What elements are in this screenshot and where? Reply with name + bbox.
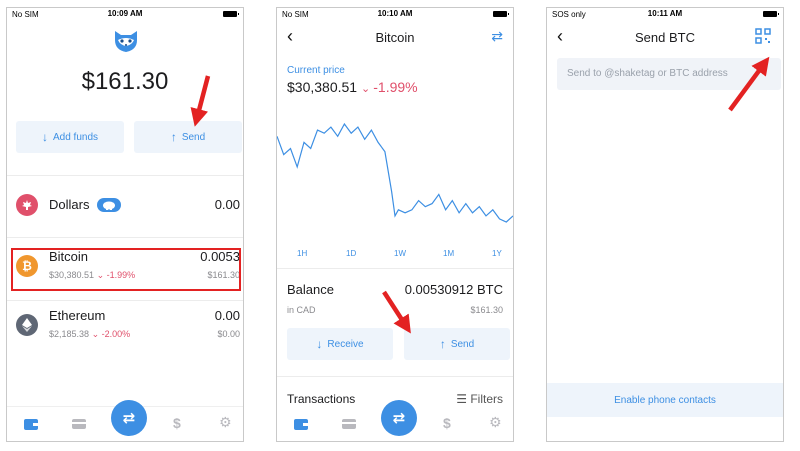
annotation-arrows [190,56,770,334]
annotation-arrow-send-2 [382,290,411,334]
annotation-arrow-qr [728,56,770,112]
annotation-arrow-send [190,75,211,127]
